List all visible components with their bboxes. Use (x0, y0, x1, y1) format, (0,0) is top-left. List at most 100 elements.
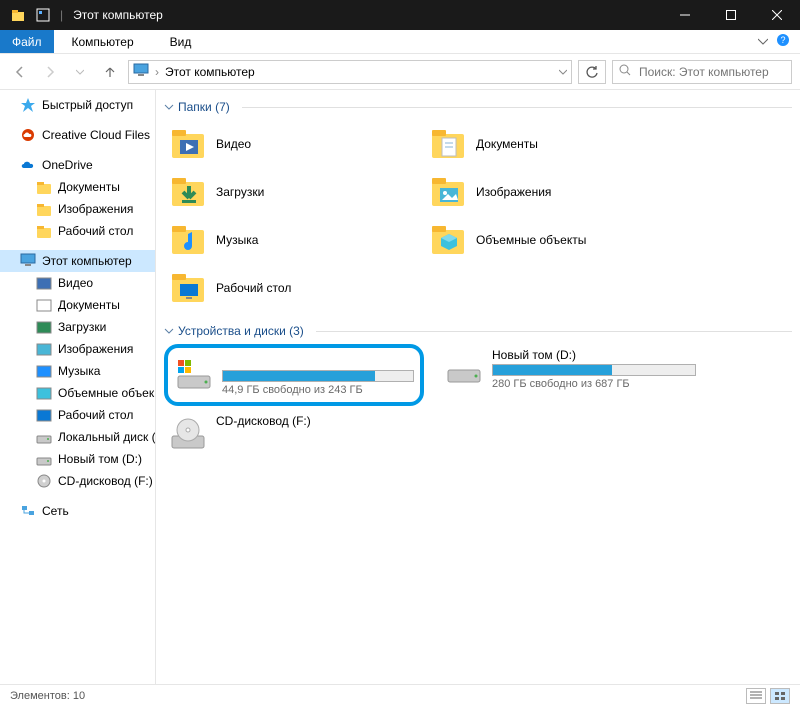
address-bar[interactable]: › Этот компьютер (128, 60, 572, 84)
qat-properties-icon[interactable] (36, 8, 50, 22)
item-icon (36, 451, 52, 467)
sidebar-item[interactable]: Изображения (0, 338, 155, 360)
drive-free-space: 280 ГБ свободно из 687 ГБ (492, 378, 696, 390)
sidebar-label: Сеть (42, 504, 69, 518)
sidebar-label: Загрузки (58, 320, 106, 334)
sidebar-item[interactable]: Изображения (0, 198, 155, 220)
tab-file[interactable]: Файл (0, 30, 54, 53)
sidebar-label: Объемные объек (58, 386, 154, 400)
tab-view[interactable]: Вид (152, 31, 210, 53)
sidebar-network[interactable]: Сеть (0, 500, 155, 522)
drive-free-space: 44,9 ГБ свободно из 243 ГБ (222, 384, 414, 396)
drive-item[interactable]: CD-дисковод (F:) (164, 410, 424, 458)
sidebar-item[interactable]: CD-дисковод (F:) (0, 470, 155, 492)
sidebar-quick-access[interactable]: Быстрый доступ (0, 94, 155, 116)
content-pane: Папки (7) Видео Документы ЗагрузкиИзображе… (156, 90, 800, 684)
sidebar-label: Видео (58, 276, 93, 290)
nav-pane: Быстрый доступ Creative Cloud Files OneD… (0, 90, 156, 684)
sidebar-this-pc[interactable]: Этот компьютер (0, 250, 155, 272)
folder-icon (168, 220, 208, 260)
item-icon (36, 385, 52, 401)
sidebar-label: CD-дисковод (F:) (58, 474, 153, 488)
folders-grid: Видео Документы ЗагрузкиИзображенияМузыка О… (164, 120, 792, 312)
item-icon (36, 297, 52, 313)
sidebar-label: Документы (58, 298, 120, 312)
nav-back-button[interactable] (8, 60, 32, 84)
view-large-icons-button[interactable] (770, 688, 790, 704)
folder-item[interactable]: Объемные объекты (424, 216, 684, 264)
group-drives-header[interactable]: Устройства и диски (3) (164, 318, 792, 344)
help-icon[interactable]: ? (776, 33, 790, 50)
drive-icon (444, 348, 484, 388)
address-separator[interactable]: › (155, 65, 159, 79)
qat-divider-icon: | (60, 8, 63, 22)
search-icon (619, 64, 631, 79)
sidebar-item[interactable]: Документы (0, 294, 155, 316)
folder-icon (168, 172, 208, 212)
sidebar-label: Музыка (58, 364, 100, 378)
refresh-button[interactable] (578, 60, 606, 84)
sidebar-item[interactable]: Рабочий стол (0, 220, 155, 242)
nav-recent-dropdown[interactable] (68, 60, 92, 84)
folder-icon (428, 220, 468, 260)
folder-item[interactable]: Рабочий стол (164, 264, 424, 312)
sidebar-item[interactable]: Локальный диск (C (0, 426, 155, 448)
folder-item[interactable]: Загрузки (164, 168, 424, 216)
sidebar-label: Creative Cloud Files (42, 128, 150, 142)
sidebar-item[interactable]: Видео (0, 272, 155, 294)
minimize-button[interactable] (662, 0, 708, 30)
sidebar-item[interactable]: Новый том (D:) (0, 448, 155, 470)
folder-name: Документы (476, 137, 538, 151)
search-box[interactable] (612, 60, 792, 84)
tab-computer[interactable]: Компьютер (54, 31, 152, 53)
folder-item[interactable]: Документы (424, 120, 684, 168)
nav-up-button[interactable] (98, 60, 122, 84)
drives-grid: Локальный диск (C:)44,9 ГБ свободно из 2… (164, 344, 792, 458)
drive-item[interactable]: Локальный диск (C:)44,9 ГБ свободно из 2… (164, 344, 424, 406)
address-location[interactable]: Этот компьютер (165, 65, 255, 79)
folder-item[interactable]: Музыка (164, 216, 424, 264)
sidebar-label: Локальный диск (C (58, 430, 155, 444)
title-bar: | Этот компьютер (0, 0, 800, 30)
maximize-button[interactable] (708, 0, 754, 30)
sidebar-onedrive[interactable]: OneDrive (0, 154, 155, 176)
sidebar-item[interactable]: Рабочий стол (0, 404, 155, 426)
network-icon (20, 503, 36, 519)
sidebar-item[interactable]: Документы (0, 176, 155, 198)
status-bar: Элементов: 10 (0, 684, 800, 706)
folder-icon (168, 268, 208, 308)
address-dropdown-icon[interactable] (559, 65, 567, 79)
group-label: Устройства и диски (3) (178, 324, 304, 338)
folder-item[interactable]: Изображения (424, 168, 684, 216)
sidebar-item[interactable]: Объемные объек (0, 382, 155, 404)
folder-name: Видео (216, 137, 251, 151)
folder-icon (168, 124, 208, 164)
window-title: Этот компьютер (73, 8, 163, 22)
ribbon-expand-icon[interactable] (758, 35, 768, 49)
view-details-button[interactable] (746, 688, 766, 704)
nav-forward-button[interactable] (38, 60, 62, 84)
item-icon (36, 429, 52, 445)
drive-item[interactable]: Новый том (D:)280 ГБ свободно из 687 ГБ (440, 344, 700, 406)
close-button[interactable] (754, 0, 800, 30)
sidebar-label: Изображения (58, 342, 133, 356)
folder-item[interactable]: Видео (164, 120, 424, 168)
sidebar-label: Рабочий стол (58, 408, 133, 422)
item-icon (36, 363, 52, 379)
folder-name: Объемные объекты (476, 233, 586, 247)
group-folders-header[interactable]: Папки (7) (164, 94, 792, 120)
sidebar-item[interactable]: Музыка (0, 360, 155, 382)
cloud-icon (20, 127, 36, 143)
sidebar-item[interactable]: Загрузки (0, 316, 155, 338)
sidebar-label: Рабочий стол (58, 224, 133, 238)
divider (316, 331, 792, 332)
address-bar-row: › Этот компьютер (0, 54, 800, 90)
divider (242, 107, 792, 108)
sidebar-creative-cloud[interactable]: Creative Cloud Files (0, 124, 155, 146)
chevron-down-icon (164, 102, 174, 112)
item-icon (36, 319, 52, 335)
folder-name: Рабочий стол (216, 281, 291, 295)
status-item-count: Элементов: 10 (10, 690, 85, 702)
search-input[interactable] (637, 64, 796, 80)
item-icon (36, 341, 52, 357)
